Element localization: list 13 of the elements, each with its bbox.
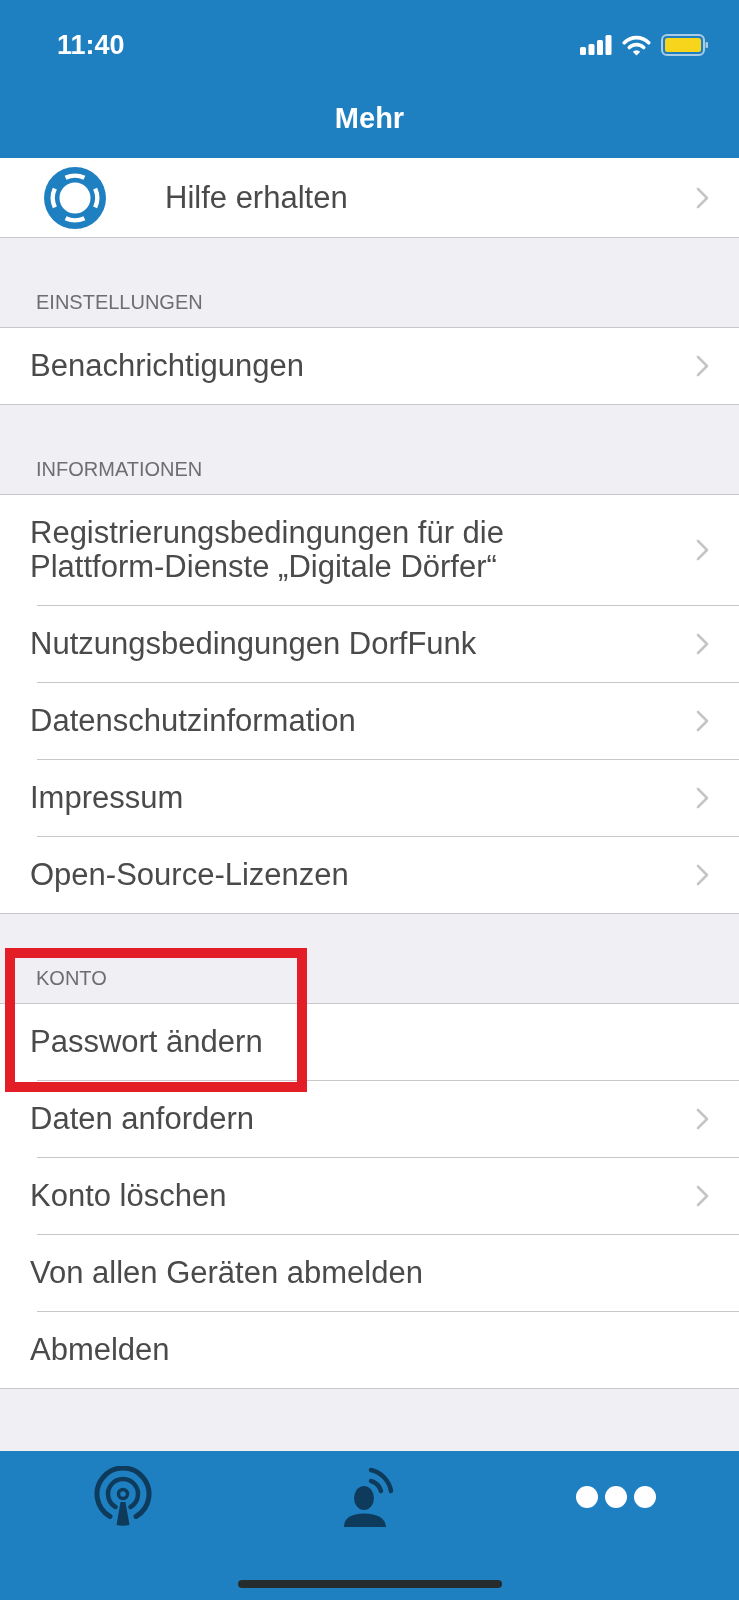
- lifebuoy-icon: [44, 166, 106, 229]
- wifi-icon: [622, 34, 651, 56]
- help-row[interactable]: Hilfe erhalten: [0, 158, 739, 238]
- battery-icon: [661, 34, 709, 56]
- section-header: EINSTELLUNGEN: [35, 290, 204, 315]
- section-header: KONTO: [35, 966, 108, 991]
- section-header: INFORMATIONEN: [35, 457, 204, 482]
- status-time: 11:40: [57, 29, 126, 61]
- nav-title: Mehr: [334, 101, 405, 136]
- person-signal-icon: [343, 1466, 396, 1528]
- signal-icon: [580, 35, 612, 55]
- more-icon: [575, 1485, 656, 1509]
- broadcast-icon: [93, 1466, 154, 1528]
